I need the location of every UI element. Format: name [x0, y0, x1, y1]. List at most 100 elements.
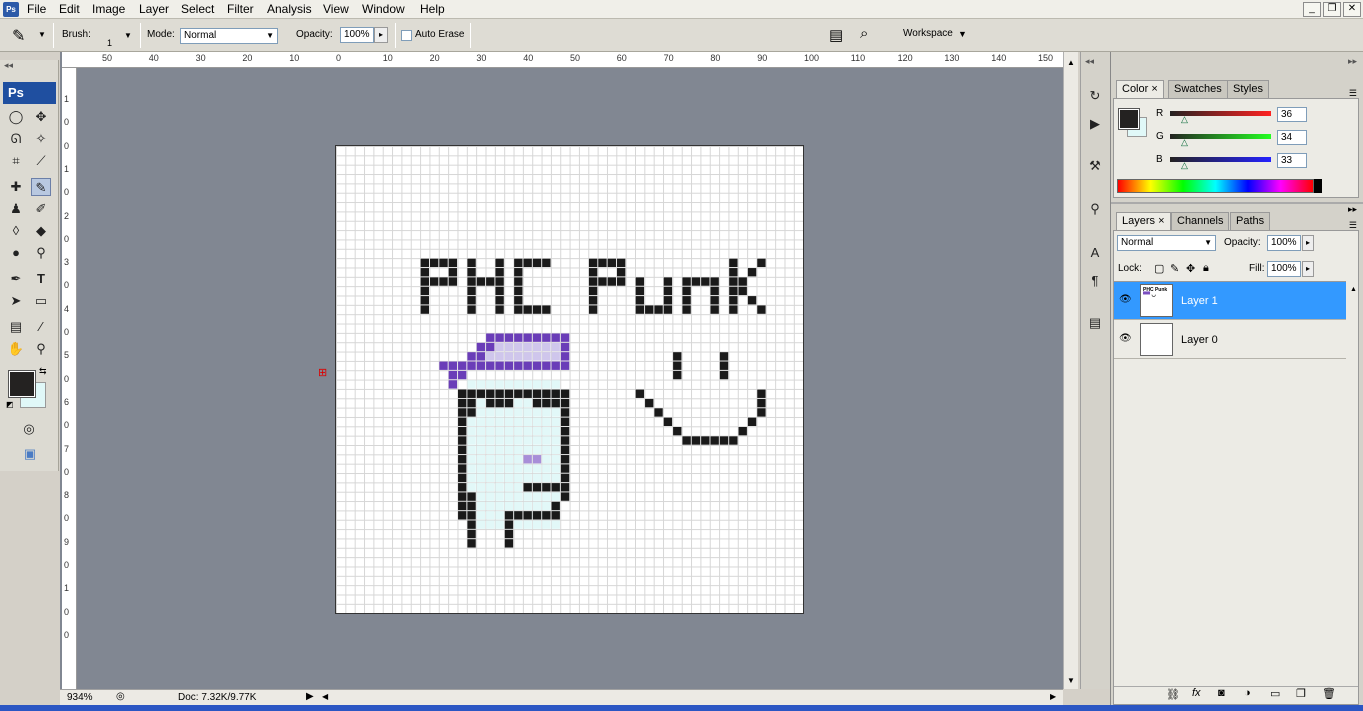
menu-filter[interactable]: Filter	[227, 2, 254, 16]
tool-presets-icon[interactable]: ⚒	[1085, 157, 1105, 175]
actions-panel-icon[interactable]: ▶	[1085, 115, 1105, 133]
toolbox-collapse-icon[interactable]: ◂◂	[4, 60, 13, 71]
lock-pixels-icon[interactable]: ✎	[1170, 262, 1179, 275]
tab-paths[interactable]: Paths	[1230, 212, 1271, 230]
opacity-input[interactable]: 100%	[340, 27, 374, 43]
spectrum-ramp[interactable]	[1117, 179, 1314, 193]
tab-channels[interactable]: Channels	[1171, 212, 1230, 230]
path-select-icon[interactable]: ➤	[6, 292, 26, 310]
crop-icon[interactable]: ⌗	[6, 152, 26, 170]
fill-input[interactable]: 100%	[1267, 261, 1301, 277]
healing-brush-icon[interactable]: ✚	[6, 178, 26, 196]
notes-icon[interactable]: ▤	[6, 318, 26, 336]
menu-file[interactable]: File	[27, 2, 46, 16]
auto-erase-checkbox[interactable]	[401, 30, 412, 41]
swap-colors-icon[interactable]: ⇆	[39, 366, 47, 377]
lock-position-icon[interactable]: ✥	[1186, 262, 1195, 275]
status-arrow-icon[interactable]: ▶	[306, 691, 314, 702]
layer-row-layer-1[interactable]: 👁︎ PHC Punk ▀▀ ◡ Layer 1	[1114, 282, 1346, 320]
r-value-input[interactable]: 36	[1277, 107, 1307, 122]
new-layer-icon[interactable]: ❐	[1296, 687, 1306, 700]
tab-color[interactable]: Color ×	[1116, 80, 1164, 98]
layer-mask-icon[interactable]: ◙	[1218, 687, 1225, 699]
tab-swatches[interactable]: Swatches	[1168, 80, 1228, 98]
brush-size[interactable]: 1	[107, 38, 112, 48]
tab-styles[interactable]: Styles	[1227, 80, 1269, 98]
scroll-left-icon[interactable]: ◀	[322, 692, 328, 701]
foreground-color-swatch[interactable]	[1118, 108, 1140, 130]
mode-select[interactable]: Normal ▼	[180, 28, 278, 44]
hand-icon[interactable]: ✋	[6, 340, 26, 358]
menu-select[interactable]: Select	[181, 2, 214, 16]
tab-layers[interactable]: Layers ×	[1116, 212, 1171, 230]
adjustment-layer-icon[interactable]: ◑	[1244, 687, 1251, 699]
rectangle-icon[interactable]: ▭	[31, 292, 51, 310]
g-value-input[interactable]: 34	[1277, 130, 1307, 145]
pen-icon[interactable]: ✒	[6, 270, 26, 288]
magic-wand-icon[interactable]: ✧	[31, 130, 51, 148]
layer-comps-icon[interactable]: ▤	[1085, 314, 1105, 332]
restore-button[interactable]: ❐	[1323, 2, 1341, 17]
foreground-color-swatch[interactable]	[8, 370, 36, 398]
layer-name[interactable]: Layer 0	[1181, 334, 1218, 346]
menu-view[interactable]: View	[323, 2, 349, 16]
scroll-right-icon[interactable]: ▶	[1050, 692, 1056, 701]
scroll-down-icon[interactable]: ▼	[1067, 676, 1075, 685]
list-scroll-up-icon[interactable]: ▲	[1350, 286, 1357, 293]
dock-collapse-icon[interactable]: ▸▸	[1348, 56, 1357, 67]
lock-transparency-icon[interactable]: ▢	[1154, 262, 1164, 275]
layer-name[interactable]: Layer 1	[1181, 295, 1218, 307]
paint-bucket-icon[interactable]: ◆	[31, 222, 51, 240]
menu-analysis[interactable]: Analysis	[267, 2, 312, 16]
character-panel-icon[interactable]: A	[1085, 244, 1105, 262]
b-value-input[interactable]: 33	[1277, 153, 1307, 168]
menu-edit[interactable]: Edit	[59, 2, 80, 16]
move-tool-icon[interactable]: ✥	[31, 108, 51, 126]
layer-opacity-input[interactable]: 100%	[1267, 235, 1301, 251]
new-group-icon[interactable]: ▭	[1270, 687, 1280, 700]
lock-all-icon[interactable]: 🔒︎	[1203, 262, 1209, 275]
ellipse-marquee-icon[interactable]: ◯	[6, 108, 26, 126]
dodge-icon[interactable]: ⚲	[31, 244, 51, 262]
default-colors-icon[interactable]: ◩	[6, 400, 14, 409]
history-panel-icon[interactable]: ↻	[1085, 87, 1105, 105]
close-button[interactable]: ✕	[1343, 2, 1361, 17]
workspace-button[interactable]: Workspace	[903, 28, 953, 39]
fill-arrow-button[interactable]: ▸	[1302, 261, 1314, 277]
slice-icon[interactable]: ⟋	[31, 152, 51, 170]
close-icon[interactable]: ×	[1151, 83, 1157, 95]
palette-icon[interactable]: ▤	[829, 26, 843, 44]
paragraph-panel-icon[interactable]: ¶	[1085, 272, 1105, 290]
app-icon[interactable]: Ps	[3, 2, 19, 17]
pencil-tool-preset-icon[interactable]: ✎	[12, 26, 25, 46]
visibility-eye-icon[interactable]: 👁︎	[1119, 294, 1132, 305]
link-layers-icon[interactable]: ⛓	[1166, 688, 1180, 701]
delete-layer-icon[interactable]: 🗑︎	[1322, 687, 1336, 700]
document-canvas[interactable]	[335, 145, 804, 614]
history-brush-icon[interactable]: ✐	[31, 200, 51, 218]
clone-stamp-icon[interactable]: ♟	[6, 200, 26, 218]
layer-style-icon[interactable]: fx	[1192, 687, 1201, 699]
menu-help[interactable]: Help	[420, 2, 445, 16]
expand-dock-icon[interactable]: ◂◂	[1085, 56, 1094, 67]
close-icon[interactable]: ×	[1158, 215, 1164, 227]
visibility-eye-icon[interactable]: 👁︎	[1119, 333, 1132, 344]
preset-dropdown-icon[interactable]: ▼	[38, 30, 46, 39]
zoom-icon[interactable]: ⚲	[31, 340, 51, 358]
menu-window[interactable]: Window	[362, 2, 405, 16]
minimize-button[interactable]: _	[1303, 2, 1321, 17]
pencil-tool-icon[interactable]: ✎	[31, 178, 51, 196]
bridge-icon[interactable]: ⌕	[860, 25, 868, 42]
screen-mode-icon[interactable]: ▣	[16, 445, 44, 463]
eraser-icon[interactable]: ◊	[6, 222, 26, 240]
scroll-up-icon[interactable]: ▲	[1067, 58, 1075, 67]
opacity-arrow-button[interactable]: ▸	[374, 27, 388, 43]
slider-thumb-icon[interactable]: △	[1181, 114, 1188, 125]
panel-menu-icon[interactable]: ▸▸	[1348, 204, 1357, 215]
menu-image[interactable]: Image	[92, 2, 125, 16]
eyedropper-icon[interactable]: ⁄	[31, 318, 51, 336]
workspace-dropdown-icon[interactable]: ▼	[958, 29, 967, 39]
black-white-swatch[interactable]	[1314, 179, 1322, 193]
brush-dropdown-icon[interactable]: ▼	[124, 31, 132, 40]
brushes-panel-icon[interactable]: ⚲	[1085, 200, 1105, 218]
